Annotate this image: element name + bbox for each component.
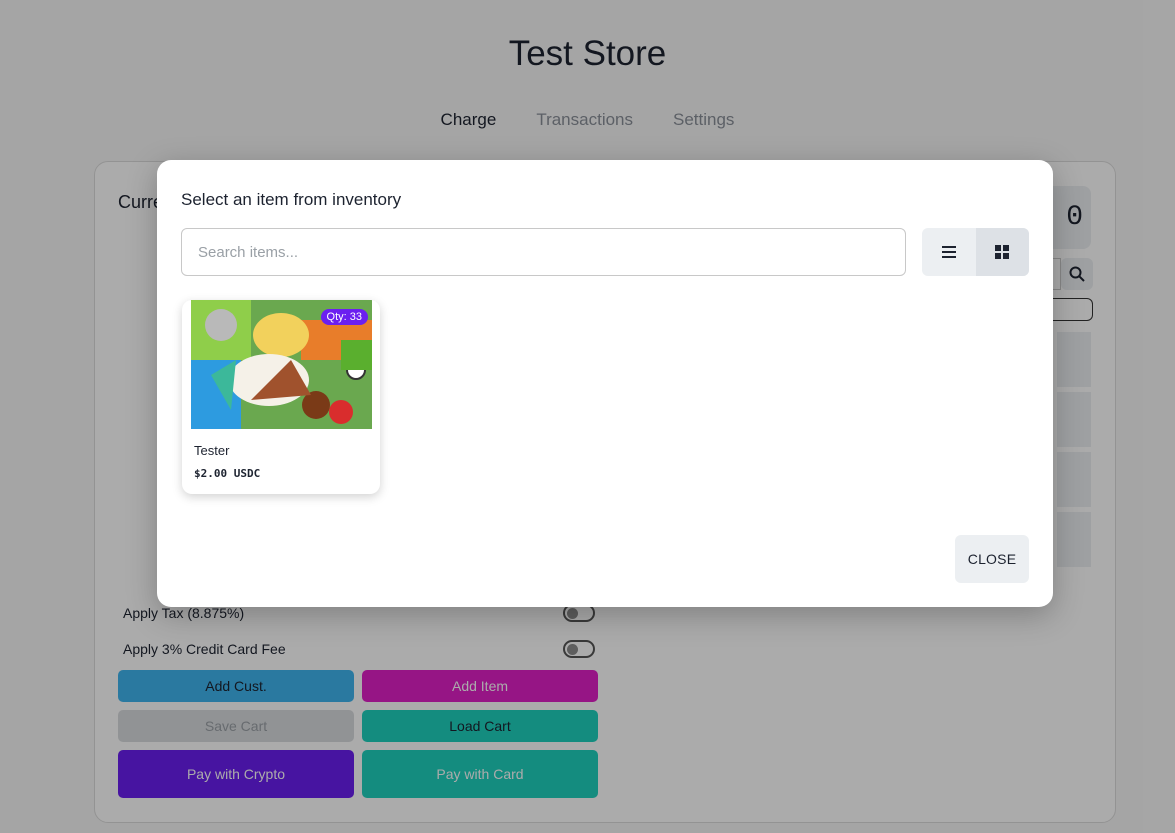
inventory-item-card[interactable]: Qty: 33 Tester $2.00 USDC	[182, 300, 380, 494]
item-thumbnail: Qty: 33	[191, 300, 372, 429]
close-button[interactable]: CLOSE	[955, 535, 1029, 583]
list-view-button[interactable]	[922, 228, 976, 276]
list-icon	[941, 246, 956, 258]
item-name: Tester	[194, 443, 230, 458]
grid-icon	[995, 245, 1010, 259]
item-price: $2.00 USDC	[194, 467, 261, 480]
search-items-input[interactable]	[181, 228, 906, 276]
grid-view-button[interactable]	[975, 228, 1029, 276]
modal-title: Select an item from inventory	[181, 190, 402, 209]
view-mode-toggle	[922, 228, 1029, 276]
inventory-modal: Select an item from inventory Search ite…	[157, 160, 1053, 607]
quantity-badge: Qty: 33	[320, 309, 368, 325]
